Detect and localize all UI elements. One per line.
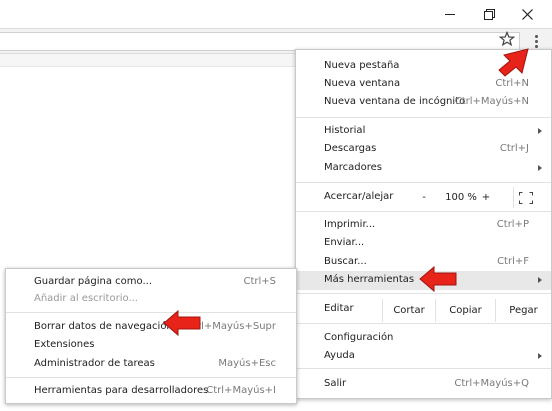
fullscreen-icon: [519, 191, 533, 204]
menu-item-label: Acercar/alejar: [324, 191, 394, 202]
submenu-item-task-manager[interactable]: Administrador de tareas Mayús+Esc: [6, 355, 296, 374]
submenu-item-label: Guardar página como...: [34, 276, 152, 287]
content-top-strip: [0, 54, 300, 67]
restore-icon: [483, 8, 495, 20]
menu-item-label: Imprimir...: [324, 219, 376, 230]
menu-separator: [6, 377, 296, 378]
submenu-item-extensions[interactable]: Extensiones: [6, 336, 296, 355]
menu-separator: [296, 117, 551, 118]
fullscreen-button[interactable]: [513, 187, 538, 208]
submenu-item-label: Extensiones: [34, 339, 95, 350]
menu-separator: [296, 368, 551, 369]
submenu-arrow-icon: [538, 353, 542, 359]
menu-item-incognito[interactable]: Nueva ventana de incógnito Ctrl+Mayús+N: [296, 93, 551, 112]
menu-item-shortcut: Ctrl+N: [495, 78, 529, 89]
more-tools-submenu: Guardar página como... Ctrl+S Añadir al …: [5, 268, 297, 404]
submenu-arrow-icon: [538, 165, 542, 171]
menu-item-label: Nueva pestaña: [324, 60, 400, 71]
cut-button[interactable]: Cortar: [382, 299, 435, 322]
submenu-item-dev-tools[interactable]: Herramientas para desarrolladores Ctrl+M…: [6, 382, 296, 401]
submenu-item-label: Borrar datos de navegación...: [34, 321, 183, 332]
zoom-value: 100 %: [445, 192, 477, 203]
menu-item-label: Más herramientas: [324, 274, 415, 285]
close-button[interactable]: [509, 0, 545, 28]
paste-label: Pegar: [509, 305, 538, 316]
zoom-out-label: -: [422, 192, 426, 203]
menu-item-label: Editar: [324, 303, 354, 314]
menu-item-history[interactable]: Historial: [296, 122, 551, 141]
menu-item-label: Ayuda: [324, 350, 355, 361]
menu-item-downloads[interactable]: Descargas Ctrl+J: [296, 140, 551, 159]
paste-button[interactable]: Pegar: [495, 299, 551, 322]
title-bar: [0, 0, 552, 28]
zoom-in-button[interactable]: +: [474, 187, 498, 208]
menu-item-print[interactable]: Imprimir... Ctrl+P: [296, 216, 551, 235]
menu-item-label: Nueva ventana: [324, 78, 401, 89]
star-icon: [498, 30, 516, 47]
menu-item-shortcut: Ctrl+P: [496, 219, 529, 230]
menu-item-help[interactable]: Ayuda: [296, 347, 551, 366]
menu-item-label: Historial: [324, 125, 366, 136]
menu-item-shortcut: Ctrl+F: [497, 256, 529, 267]
submenu-item-shortcut: Ctrl+S: [243, 276, 276, 287]
more-vertical-icon: [534, 34, 538, 38]
menu-item-shortcut: Ctrl+Mayús+N: [454, 96, 529, 107]
annotation-arrow-icon: [419, 265, 457, 293]
menu-item-label: Buscar...: [324, 256, 367, 267]
annotation-arrow-icon: [498, 48, 529, 77]
submenu-arrow-icon: [538, 277, 542, 283]
minimize-button[interactable]: [432, 0, 468, 28]
menu-item-label: Descargas: [324, 143, 377, 154]
menu-item-zoom: Acercar/alejar - 100 % +: [296, 187, 551, 208]
menu-item-bookmarks[interactable]: Marcadores: [296, 159, 551, 178]
copy-button[interactable]: Copiar: [435, 299, 495, 322]
submenu-arrow-icon: [538, 128, 542, 134]
menu-item-settings[interactable]: Configuración: [296, 329, 551, 348]
bookmark-star-button[interactable]: [498, 30, 516, 47]
chrome-main-menu: Nueva pestaña Nueva ventana Ctrl+N Nueva…: [295, 49, 552, 399]
menu-item-shortcut: Ctrl+J: [499, 143, 529, 154]
submenu-item-clear-data[interactable]: Borrar datos de navegación... Ctrl+Mayús…: [6, 318, 296, 337]
submenu-item-label: Añadir al escritorio...: [34, 293, 138, 304]
zoom-in-label: +: [481, 192, 491, 203]
zoom-out-button[interactable]: -: [412, 187, 436, 208]
menu-item-shortcut: Ctrl+Mayús+Q: [454, 378, 529, 389]
minimize-icon: [445, 14, 455, 15]
menu-item-exit[interactable]: Salir Ctrl+Mayús+Q: [296, 375, 551, 394]
submenu-item-label: Administrador de tareas: [34, 358, 155, 369]
menu-separator: [296, 293, 551, 294]
submenu-item-label: Herramientas para desarrolladores: [34, 385, 209, 396]
menu-item-label: Nueva ventana de incógnito: [324, 96, 466, 107]
restore-button[interactable]: [471, 0, 507, 28]
copy-label: Copiar: [449, 305, 482, 316]
menu-separator: [296, 211, 551, 212]
annotation-arrow-icon: [163, 309, 201, 337]
menu-separator: [6, 312, 296, 313]
cut-label: Cortar: [393, 305, 425, 316]
menu-separator: [296, 182, 551, 183]
menu-item-label: Enviar...: [324, 237, 365, 248]
menu-separator: [296, 323, 551, 324]
submenu-item-shortcut: Ctrl+Mayús+I: [206, 385, 276, 396]
submenu-item-shortcut: Mayús+Esc: [218, 358, 276, 369]
close-icon: [521, 8, 533, 20]
menu-item-label: Salir: [324, 378, 347, 389]
submenu-item-add-desktop: Añadir al escritorio...: [6, 290, 296, 309]
menu-item-label: Configuración: [324, 332, 394, 343]
menu-item-cast[interactable]: Enviar...: [296, 234, 551, 253]
menu-item-edit: Editar Cortar Copiar Pegar: [296, 299, 551, 322]
menu-item-label: Marcadores: [324, 162, 382, 173]
